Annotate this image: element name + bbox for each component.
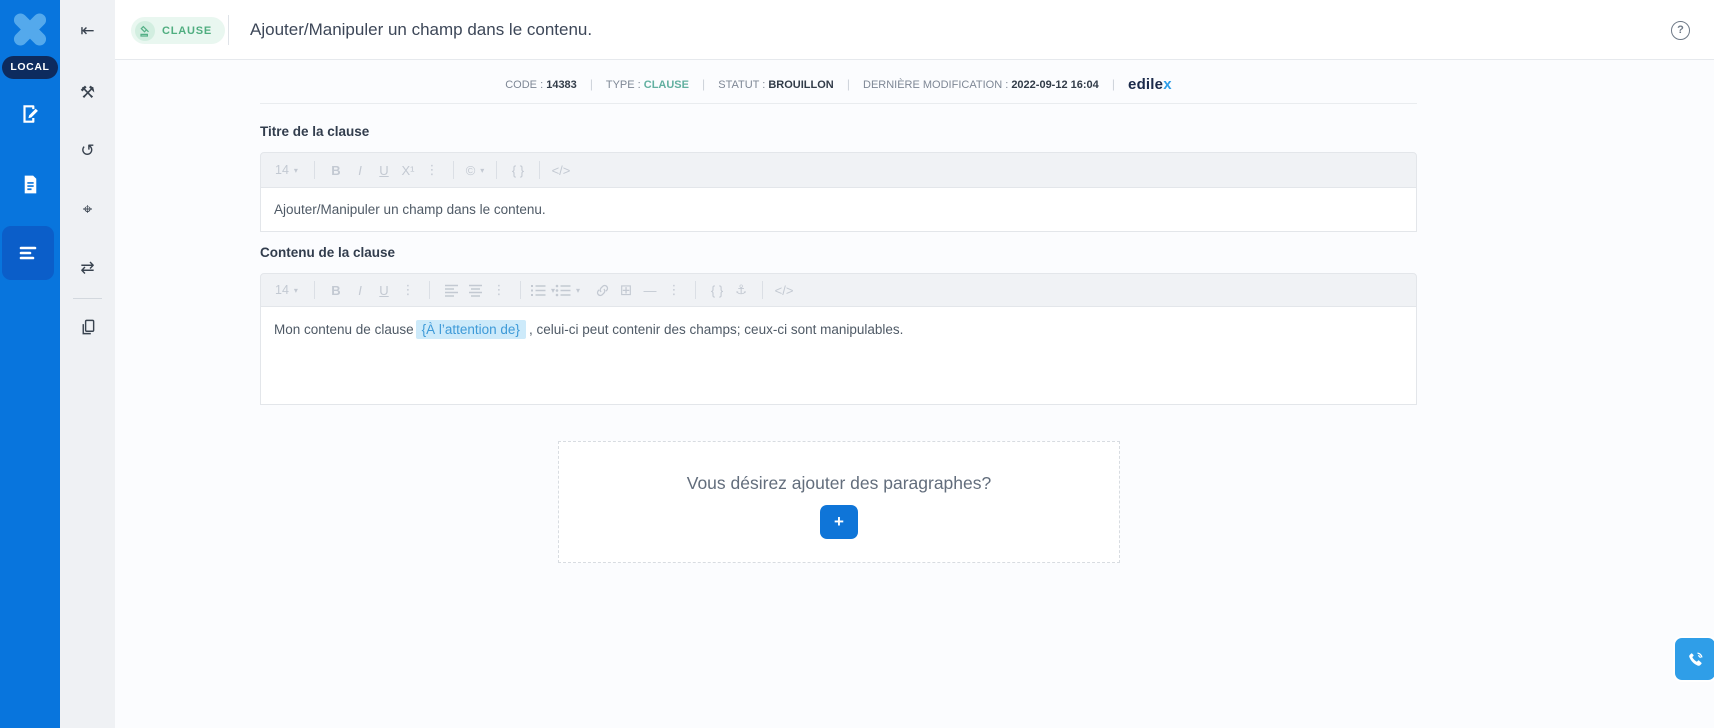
more-formatting-icon[interactable]: ⋮: [420, 162, 444, 178]
tools-icon[interactable]: ⚒: [60, 78, 115, 108]
edit-document-icon: [19, 103, 41, 125]
stamp-icon: [135, 21, 155, 41]
source-code-button[interactable]: </>: [549, 163, 573, 178]
anchor-button[interactable]: ⚓: [729, 282, 753, 298]
document-icon: [20, 174, 41, 195]
phone-icon: [1686, 650, 1705, 669]
add-paragraph-button[interactable]: +: [820, 505, 858, 539]
target-icon[interactable]: ⌖: [60, 195, 115, 225]
repeat-icon[interactable]: ⇄: [60, 253, 115, 283]
title-input[interactable]: Ajouter/Manipuler un champ dans le conte…: [260, 188, 1417, 232]
special-character-select[interactable]: ©▾: [463, 163, 487, 178]
insert-field-button[interactable]: { }: [705, 283, 729, 298]
add-paragraphs-panel: Vous désirez ajouter des paragraphes? +: [558, 441, 1120, 563]
align-left-button[interactable]: [439, 284, 463, 297]
meta-separator: |: [847, 77, 850, 91]
title-section-label: Titre de la clause: [260, 124, 369, 139]
bold-button[interactable]: B: [324, 283, 348, 298]
secondary-sidebar: ⇤ ⚒ ↺ ⌖ ⇄: [60, 0, 115, 728]
meta-separator: |: [1112, 77, 1115, 91]
meta-separator: |: [590, 77, 593, 91]
italic-button[interactable]: I: [348, 283, 372, 298]
add-paragraphs-question: Vous désirez ajouter des paragraphes?: [559, 473, 1119, 494]
collapse-sidebar-icon[interactable]: ⇤: [60, 16, 115, 46]
edilex-logo: edilex: [1128, 76, 1172, 93]
horizontal-rule-button[interactable]: —: [638, 283, 662, 298]
copy-icon[interactable]: [60, 312, 115, 342]
insert-field-button[interactable]: { }: [506, 163, 530, 178]
source-code-button[interactable]: </>: [772, 283, 796, 298]
primary-sidebar: LOCAL: [0, 0, 60, 728]
content-editor-toolbar: 14▾ B I U ⋮ ⋮ ▾ ▾ ⊞ — ⋮ { } ⚓: [260, 273, 1417, 307]
font-size-select[interactable]: 14▾: [275, 283, 305, 297]
table-button[interactable]: ⊞: [614, 281, 638, 299]
meta-divider: [260, 103, 1417, 104]
app-logo-icon[interactable]: [13, 11, 47, 47]
help-icon[interactable]: ?: [1671, 21, 1690, 40]
link-button[interactable]: [590, 283, 614, 298]
meta-modified-value: 2022-09-12 16:04: [1011, 79, 1098, 91]
sidebar-item-documents[interactable]: [0, 164, 60, 204]
merge-field-chip[interactable]: {À l’attention de}: [416, 320, 526, 339]
content-text-after: , celui-ci peut contenir des champs; ceu…: [529, 322, 903, 337]
chevron-down-icon: ▾: [576, 286, 580, 295]
meta-status-label: STATUT :: [718, 79, 765, 91]
font-size-select[interactable]: 14▾: [275, 163, 305, 177]
title-editor-toolbar: 14▾ B I U X¹ ⋮ ©▾ { } </>: [260, 152, 1417, 188]
meta-separator: |: [702, 77, 705, 91]
meta-type-value: CLAUSE: [644, 79, 689, 91]
content-section-label: Contenu de la clause: [260, 245, 395, 260]
page-title: Ajouter/Manipuler un champ dans le conte…: [250, 0, 592, 59]
more-align-icon[interactable]: ⋮: [487, 282, 511, 298]
clause-list-icon: [18, 243, 38, 263]
superscript-button[interactable]: X¹: [396, 163, 420, 178]
sidebar-item-clauses[interactable]: [2, 226, 54, 280]
align-center-button[interactable]: [463, 284, 487, 297]
meta-modified-label: DERNIÈRE MODIFICATION :: [863, 79, 1008, 91]
bold-button[interactable]: B: [324, 163, 348, 178]
meta-code-label: CODE :: [505, 79, 543, 91]
history-icon[interactable]: ↺: [60, 136, 115, 166]
chevron-down-icon: ▾: [294, 286, 298, 295]
more-formatting-icon[interactable]: ⋮: [396, 282, 420, 298]
meta-status-value: BROUILLON: [768, 79, 833, 91]
content-editor[interactable]: Mon contenu de clause{À l’attention de},…: [260, 307, 1417, 405]
phone-support-button[interactable]: [1673, 636, 1714, 682]
content-text-before: Mon contenu de clause: [274, 322, 414, 337]
underline-button[interactable]: U: [372, 283, 396, 298]
main-content: CODE : 14383 | TYPE : CLAUSE | STATUT : …: [115, 60, 1714, 728]
chevron-down-icon: ▾: [294, 166, 298, 175]
chevron-down-icon: ▾: [480, 166, 484, 175]
meta-type-label: TYPE :: [606, 79, 641, 91]
underline-button[interactable]: U: [372, 163, 396, 178]
header-divider: [228, 15, 229, 45]
page-header: CLAUSE Ajouter/Manipuler un champ dans l…: [115, 0, 1714, 60]
more-insert-icon[interactable]: ⋮: [662, 282, 686, 298]
sidebar-divider: [73, 298, 102, 299]
italic-button[interactable]: I: [348, 163, 372, 178]
unordered-list-select[interactable]: ▾: [555, 284, 580, 297]
sidebar-item-redaction[interactable]: [0, 94, 60, 134]
clause-type-badge: CLAUSE: [131, 17, 225, 44]
clause-badge-label: CLAUSE: [162, 25, 212, 37]
clause-meta-bar: CODE : 14383 | TYPE : CLAUSE | STATUT : …: [260, 76, 1417, 93]
environment-badge: LOCAL: [2, 56, 58, 79]
ordered-list-select[interactable]: ▾: [530, 284, 555, 297]
meta-code-value: 14383: [546, 79, 577, 91]
